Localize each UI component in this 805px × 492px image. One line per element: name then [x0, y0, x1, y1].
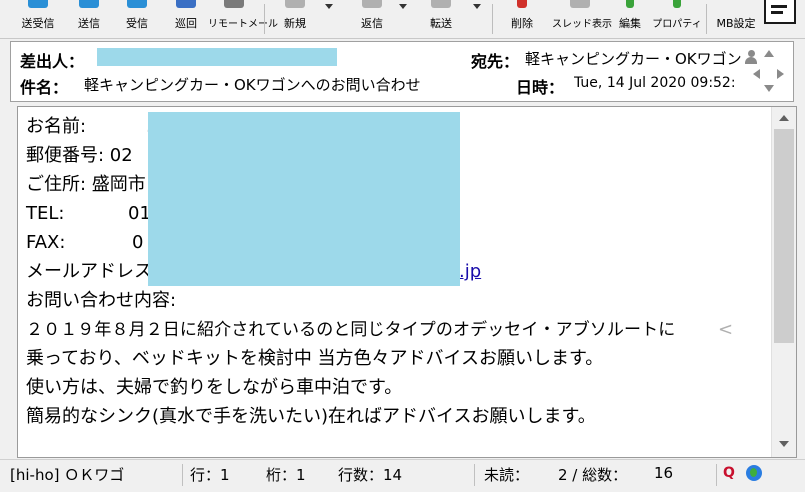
scroll-up-icon[interactable] [779, 115, 789, 121]
subject-label: 件名： [20, 78, 69, 97]
body-line: ２０１９年８月２日に紹介されているのと同じタイプのオデッセイ・アブソルートに [26, 320, 676, 340]
address-book-icon[interactable] [745, 50, 757, 64]
name-label: お名前: [26, 116, 87, 137]
new-button[interactable]: 新規 [272, 0, 318, 38]
reply-dropdown-icon[interactable] [399, 4, 407, 9]
edit-icon [626, 0, 634, 8]
notepad-icon[interactable] [764, 0, 796, 24]
new-mail-icon [285, 0, 305, 8]
fax-fragment: 0 [132, 232, 144, 253]
status-total: 16 [654, 464, 674, 482]
message-body[interactable]: お名前: . 郵便番号: 02 ご住所: 盛岡市 TEL: 01 FAX: 0 … [17, 106, 797, 458]
edit-button[interactable]: 編集 [610, 0, 650, 38]
send-receive-icon [28, 0, 48, 8]
status-unread-total: 2 / 総数： [558, 466, 628, 484]
remote-mail-button[interactable]: リモートメール [208, 0, 278, 38]
properties-icon [673, 0, 681, 8]
receive-button[interactable]: 受信 [115, 0, 159, 38]
body-line: 乗っており、ベッドキットを検討中 当方色々アドバイスお願いします。 [26, 348, 604, 369]
nav-right-icon[interactable] [777, 69, 784, 79]
vertical-scrollbar[interactable] [771, 107, 796, 457]
date-label: 日時： [516, 78, 565, 97]
reply-icon [362, 0, 382, 8]
status-separator [182, 464, 183, 486]
body-line: 使い方は、夫婦で釣りをしながら車中泊です。 [26, 377, 403, 398]
email-label: メールアドレス: [26, 261, 159, 282]
toolbar-separator [706, 4, 707, 34]
status-separator [474, 464, 475, 486]
zip-label: 郵便番号: 02 [26, 145, 133, 166]
nav-left-icon[interactable] [753, 69, 760, 79]
scroll-down-icon[interactable] [779, 441, 789, 447]
inquiry-label: お問い合わせ内容: [26, 290, 177, 311]
from-label: 差出人： [20, 52, 85, 71]
forward-button[interactable]: 転送 [418, 0, 464, 38]
fax-label: FAX: [26, 232, 66, 253]
forward-dropdown-icon[interactable] [473, 4, 481, 9]
wrap-mark: < [718, 319, 734, 340]
tel-label: TEL: [26, 203, 65, 224]
status-bar: [hi-ho] ＯＫワゴ 行：1 桁：1 行数：14 未読： 2 / 総数： 1… [0, 459, 805, 492]
toolbar-separator [492, 4, 493, 34]
globe-icon[interactable] [746, 465, 762, 481]
nav-up-icon[interactable] [764, 50, 774, 57]
patrol-icon [176, 0, 196, 8]
redacted-personal-info [148, 112, 460, 286]
send-icon [79, 0, 99, 8]
reply-button[interactable]: 返信 [350, 0, 394, 38]
subject-value: 軽キャンピングカー・OKワゴンへのお問い合わせ [84, 76, 421, 94]
receive-icon [127, 0, 147, 8]
date-value: Tue, 14 Jul 2020 09:52: [574, 75, 736, 91]
mb-settings-button[interactable]: MB設定 [710, 0, 762, 38]
send-receive-button[interactable]: 送受信 [14, 0, 62, 38]
remote-mail-icon [224, 0, 244, 8]
body-line: 簡易的なシンク(真水で手を洗いたい)在ればアドバイスお願いします。 [26, 406, 596, 427]
new-dropdown-icon[interactable] [325, 4, 333, 9]
nav-down-icon[interactable] [764, 85, 774, 92]
email-link[interactable]: .jp [459, 260, 481, 284]
to-label: 宛先： [471, 52, 520, 71]
thread-view-icon [570, 0, 590, 8]
delete-icon [517, 0, 527, 8]
delete-button[interactable]: 削除 [500, 0, 544, 38]
patrol-button[interactable]: 巡回 [164, 0, 208, 38]
properties-button[interactable]: プロパティ [652, 0, 702, 38]
status-account: [hi-ho] ＯＫワゴ [10, 466, 125, 484]
address-label: ご住所: 盛岡市 [26, 174, 146, 195]
status-row: 行：1 [190, 466, 230, 484]
q-icon[interactable]: Q [721, 465, 737, 481]
message-header: 差出人： 宛先： 軽キャンピングカー・OKワゴン 件名： 軽キャンピングカー・O… [10, 41, 794, 102]
redacted-sender [97, 48, 337, 66]
toolbar-separator [264, 4, 265, 34]
to-value: 軽キャンピングカー・OKワゴン [525, 50, 742, 68]
toolbar: 送受信 送信 受信 巡回 リモートメール 新規 返信 転送 削除 スレッド表示 [0, 0, 805, 39]
thread-view-button[interactable]: スレッド表示 [552, 0, 612, 38]
status-lines: 行数：14 [338, 466, 403, 484]
send-button[interactable]: 送信 [68, 0, 110, 38]
scroll-thumb[interactable] [774, 129, 794, 343]
status-col: 桁：1 [266, 466, 306, 484]
status-separator [716, 464, 717, 486]
forward-icon [431, 0, 451, 8]
status-unread-label: 未読： [484, 466, 530, 484]
